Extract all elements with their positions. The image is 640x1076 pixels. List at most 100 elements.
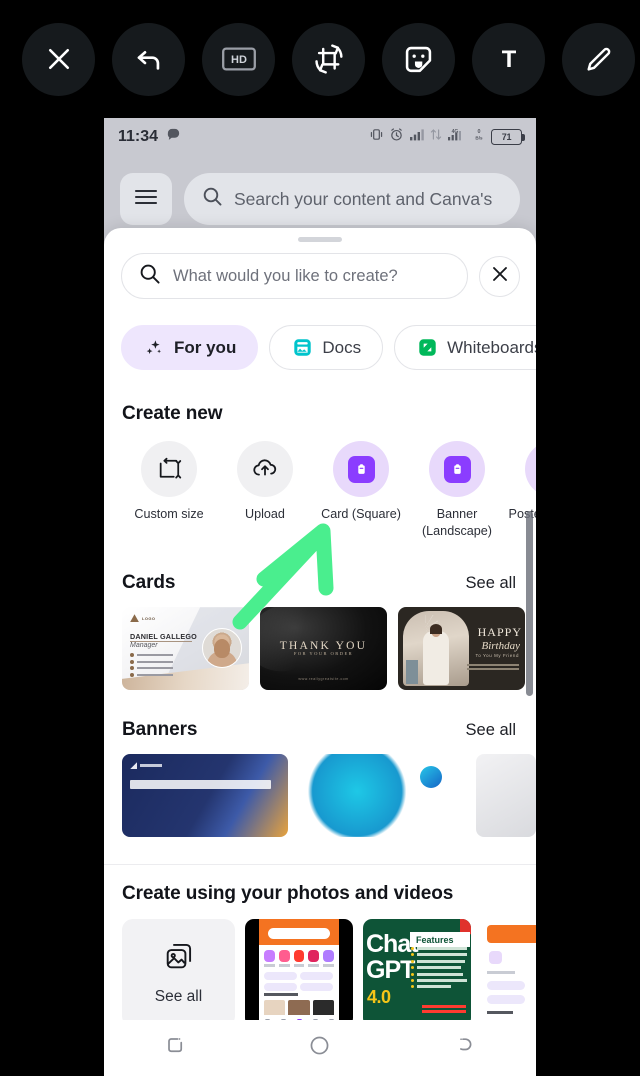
chatgpt-version: 4.0 (367, 987, 391, 1007)
svg-text:T: T (501, 46, 516, 73)
vertical-scrollbar[interactable] (526, 511, 533, 696)
chip-for-you[interactable]: For you (121, 325, 259, 370)
data-rate-indicator: 0 B/s (472, 127, 486, 147)
notification-bubble-icon (166, 127, 181, 147)
battery-icon: 71 (491, 129, 525, 145)
docs-icon (291, 337, 313, 359)
close-button[interactable] (22, 22, 95, 96)
create-item-banner-landscape[interactable]: Banner (Landscape) (409, 441, 505, 539)
photos-see-all-button[interactable]: See all (122, 919, 235, 1027)
chatgpt-feature-list (411, 947, 467, 989)
sparkle-icon (143, 337, 165, 359)
search-icon (202, 186, 223, 212)
card-thumbnail-business[interactable]: LOGO DANIEL GALLEGO Manager (122, 607, 249, 691)
doc-icon (443, 455, 471, 483)
chatgpt-features-ribbon: Features (410, 932, 470, 947)
svg-text:B/s: B/s (475, 135, 483, 140)
pencil-icon (583, 44, 614, 75)
banner-thumbnail-1[interactable] (122, 754, 288, 838)
svg-text:0: 0 (478, 129, 481, 135)
upload-cloud-icon (237, 441, 293, 497)
vibrate-icon (369, 127, 384, 147)
create-search-input[interactable]: What would you like to create? (121, 253, 468, 299)
chatgpt-features-heading: Features (416, 934, 454, 945)
resize-icon (141, 441, 197, 497)
create-item-label: Banner (Landscape) (421, 507, 492, 538)
text-button[interactable]: T (472, 22, 545, 96)
sheet-close-button[interactable] (479, 255, 520, 297)
thankyou-subtitle: FOR YOUR ORDER (293, 651, 354, 657)
draw-button[interactable] (562, 22, 635, 96)
banner-thumbnail-2[interactable] (299, 754, 465, 838)
battery-percent-text: 71 (501, 132, 512, 142)
recents-icon[interactable] (165, 1035, 186, 1061)
photo-thumbnail-app[interactable] (481, 919, 536, 1027)
hamburger-menu-button[interactable] (120, 173, 172, 225)
card-logo: LOGO (130, 614, 156, 623)
chatgpt-contact (422, 1005, 466, 1015)
chatgpt-title-line2: GPT (366, 956, 415, 984)
chip-docs[interactable]: Docs (269, 325, 384, 370)
create-search-placeholder: What would you like to create? (173, 266, 398, 285)
undo-button[interactable] (112, 22, 185, 96)
text-icon: T (494, 44, 524, 74)
cards-title: Cards (122, 572, 176, 594)
status-bar-left: 11:34 (118, 127, 181, 147)
photo-thumbnail-chatgpt[interactable]: Chat GPT 4.0 Features (363, 919, 471, 1027)
photo-thumbnail-presentation[interactable] (245, 919, 353, 1027)
category-chip-row: For you Docs Whiteboards (104, 299, 536, 370)
thankyou-footer: www.reallygreatsite.com (298, 677, 349, 682)
sticker-button[interactable] (382, 22, 455, 96)
create-item-label: Upload (245, 507, 285, 521)
chip-label: For you (174, 337, 237, 357)
sticker-icon (402, 43, 435, 76)
banner-landscape-icon (429, 441, 485, 497)
birthday-caption: To You My Friend (475, 652, 519, 658)
status-bar: 11:34 4G 0 B/s 71 (104, 118, 536, 156)
create-item-label: Card (Square) (321, 507, 401, 521)
photos-section-title-wrap: Create using your photos and videos (104, 865, 536, 905)
sheet-search-row: What would you like to create? (104, 242, 536, 299)
image-stack-icon (163, 940, 195, 977)
hd-button[interactable]: HD (202, 22, 275, 96)
poster-portrait-icon (525, 441, 536, 497)
back-icon[interactable] (454, 1035, 475, 1061)
alarm-icon (389, 127, 404, 147)
create-new-row: Custom size Upload Card (Square) Banner … (104, 425, 536, 539)
birthday-photo (403, 611, 470, 686)
cards-thumbnail-row: LOGO DANIEL GALLEGO Manager THANK YOU FO… (104, 594, 536, 691)
birthday-title: HAPPY (477, 625, 522, 640)
card-thumbnail-birthday[interactable]: HAPPY Birthday To You My Friend (398, 607, 525, 691)
create-new-header: Create new (104, 370, 536, 425)
doc-icon (347, 455, 375, 483)
app-search-row: Search your content and Canva's (104, 168, 536, 230)
create-item-label: Custom size (134, 507, 204, 521)
clock-text: 11:34 (118, 128, 159, 145)
undo-icon (133, 43, 165, 75)
card-logo-text: LOGO (142, 615, 156, 621)
cards-see-all-link[interactable]: See all (466, 574, 516, 593)
banners-see-all-link[interactable]: See all (466, 721, 516, 740)
chip-whiteboards[interactable]: Whiteboards (394, 325, 536, 370)
cards-section-header: Cards See all (104, 539, 536, 594)
card-role-text: Manager (130, 642, 158, 650)
photos-thumbnail-row: See all Chat GPT 4.0 Features (104, 905, 536, 1027)
hamburger-icon (134, 188, 158, 211)
signal-4g-icon: 4G (447, 128, 467, 146)
photos-see-all-label: See all (154, 988, 203, 1005)
home-circle-icon[interactable] (308, 1034, 331, 1062)
banners-thumbnail-row (104, 741, 536, 838)
photos-section-title: Create using your photos and videos (122, 883, 454, 904)
banner-thumbnail-3[interactable] (476, 754, 536, 838)
create-item-upload[interactable]: Upload (217, 441, 313, 539)
create-new-title: Create new (122, 403, 223, 424)
card-thumbnail-thankyou[interactable]: THANK YOU FOR YOUR ORDER www.reallygreat… (260, 607, 387, 691)
app-search-input[interactable]: Search your content and Canva's (184, 173, 520, 225)
create-item-card-square[interactable]: Card (Square) (313, 441, 409, 539)
svg-text:HD: HD (231, 54, 247, 66)
create-item-custom-size[interactable]: Custom size (121, 441, 217, 539)
chip-label: Docs (322, 337, 362, 357)
card-portrait (202, 628, 242, 669)
crop-rotate-button[interactable] (292, 22, 365, 96)
app-search-placeholder: Search your content and Canva's (234, 188, 493, 209)
